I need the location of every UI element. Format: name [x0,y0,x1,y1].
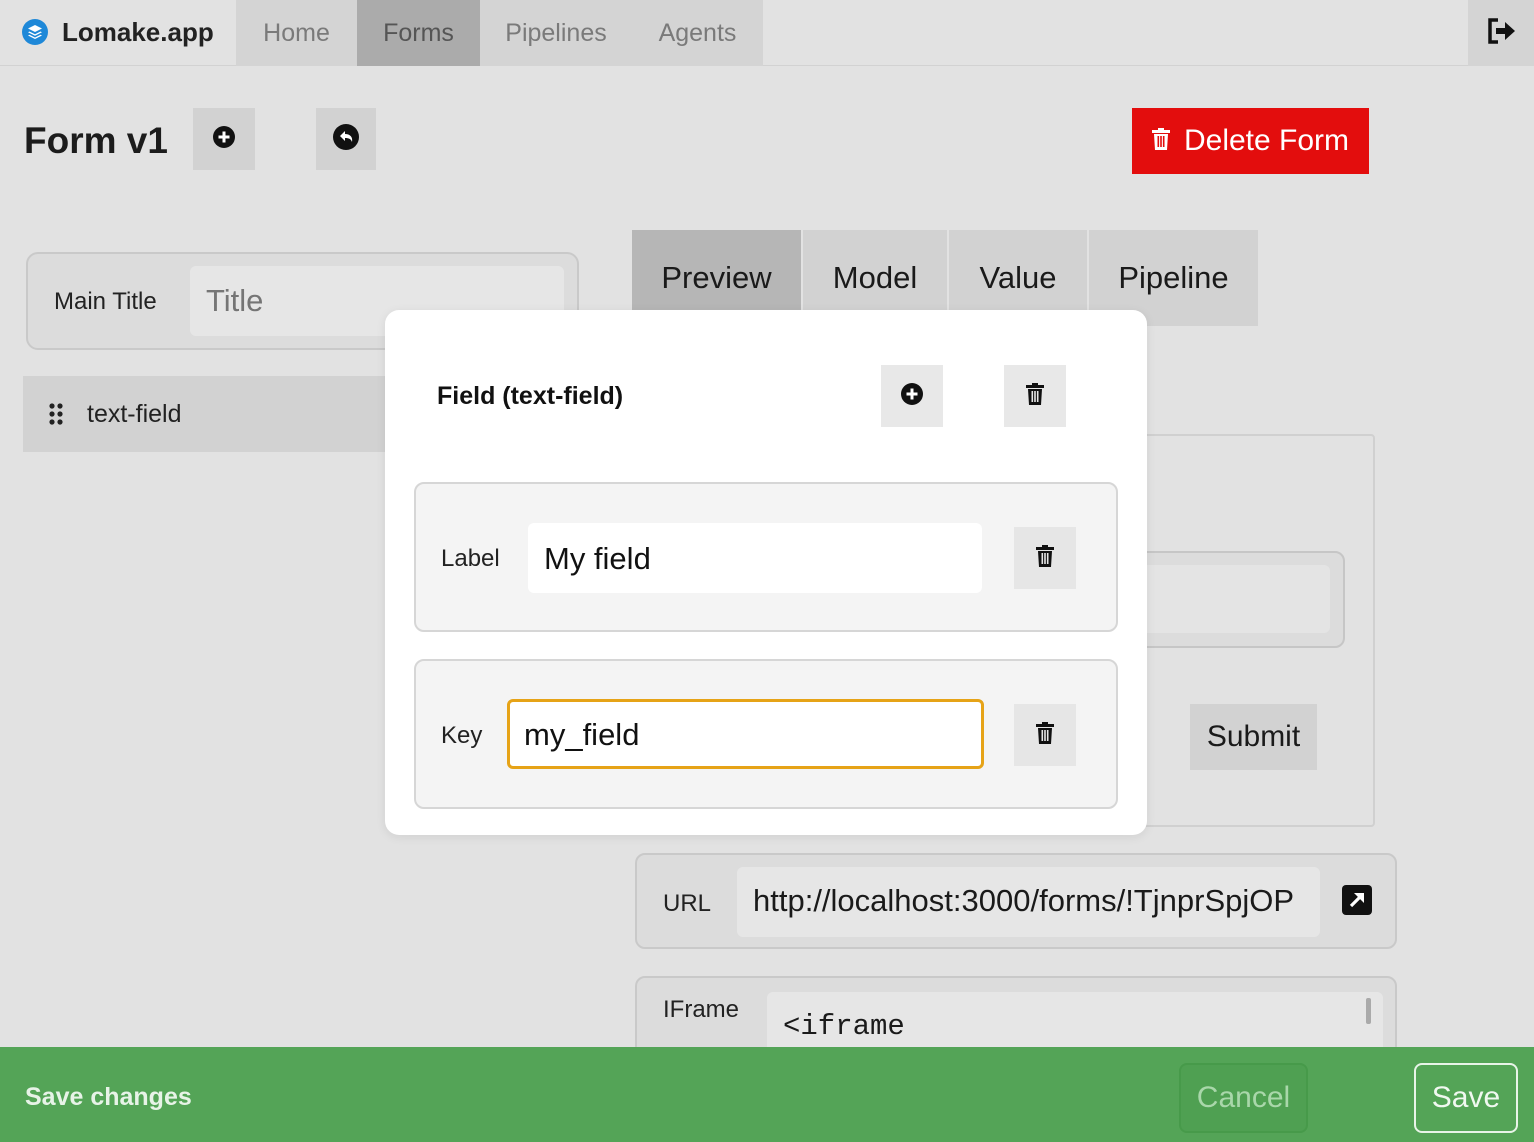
trash-icon [1026,382,1044,410]
trash-icon [1036,721,1054,749]
delete-key-button[interactable] [1014,704,1076,766]
url-card: URL http://localhost:3000/forms/!TjnprSp… [635,853,1397,949]
save-button[interactable]: Save [1414,1063,1518,1133]
brand[interactable]: Lomake.app [22,14,214,50]
save-changes-text: Save changes [25,1083,192,1111]
key-property-card: Key my_field [414,659,1118,809]
label-property-label: Label [441,545,500,572]
cancel-button[interactable]: Cancel [1179,1063,1308,1133]
top-navbar: Lomake.app Home Forms Pipelines Agents [0,0,1534,66]
plus-circle-icon [900,382,924,411]
undo-button[interactable] [316,108,376,170]
delete-form-button[interactable]: Delete Form [1132,108,1369,174]
iframe-code-text: <iframe [783,1010,905,1043]
iframe-label: IFrame [663,996,740,1023]
add-property-button[interactable] [881,365,943,427]
undo-circle-icon [332,123,360,156]
external-link-icon[interactable] [1341,884,1373,921]
main-title-label: Main Title [54,288,157,315]
save-changes-bar: Save changes Cancel Save [0,1047,1534,1142]
iframe-scrollbar[interactable] [1366,998,1371,1024]
plus-circle-icon [212,125,236,154]
nav-tab-pipelines[interactable]: Pipelines [480,0,632,66]
delete-form-label: Delete Form [1183,124,1350,157]
add-field-button[interactable] [193,108,255,170]
nav-tab-home[interactable]: Home [236,0,357,66]
nav-tab-agents[interactable]: Agents [632,0,763,66]
layers-icon [22,19,48,45]
logout-button[interactable] [1468,0,1534,66]
trash-icon [1036,544,1054,572]
preview-field-input[interactable] [1130,565,1330,633]
delete-field-button[interactable] [1004,365,1066,427]
submit-button[interactable]: Submit [1190,704,1317,770]
label-property-card: Label My field [414,482,1118,632]
nav-tab-forms[interactable]: Forms [357,0,480,66]
delete-label-button[interactable] [1014,527,1076,589]
field-edit-modal: Field (text-field) Label My field Key my… [385,310,1147,835]
url-field[interactable]: http://localhost:3000/forms/!TjnprSpjOP [737,867,1320,937]
brand-name: Lomake.app [62,16,214,47]
url-label: URL [663,890,712,917]
key-input[interactable]: my_field [507,699,984,769]
page-title: Form v1 [24,120,168,161]
field-list-item[interactable]: text-field [23,376,393,452]
nav-tabs: Home Forms Pipelines Agents [236,0,763,66]
field-item-label: text-field [87,400,182,428]
key-property-label: Key [441,722,483,749]
modal-title: Field (text-field) [437,382,624,410]
drag-handle-icon[interactable] [49,403,63,430]
trash-icon [1151,124,1170,158]
sign-out-icon [1486,17,1516,50]
label-input[interactable]: My field [528,523,982,593]
